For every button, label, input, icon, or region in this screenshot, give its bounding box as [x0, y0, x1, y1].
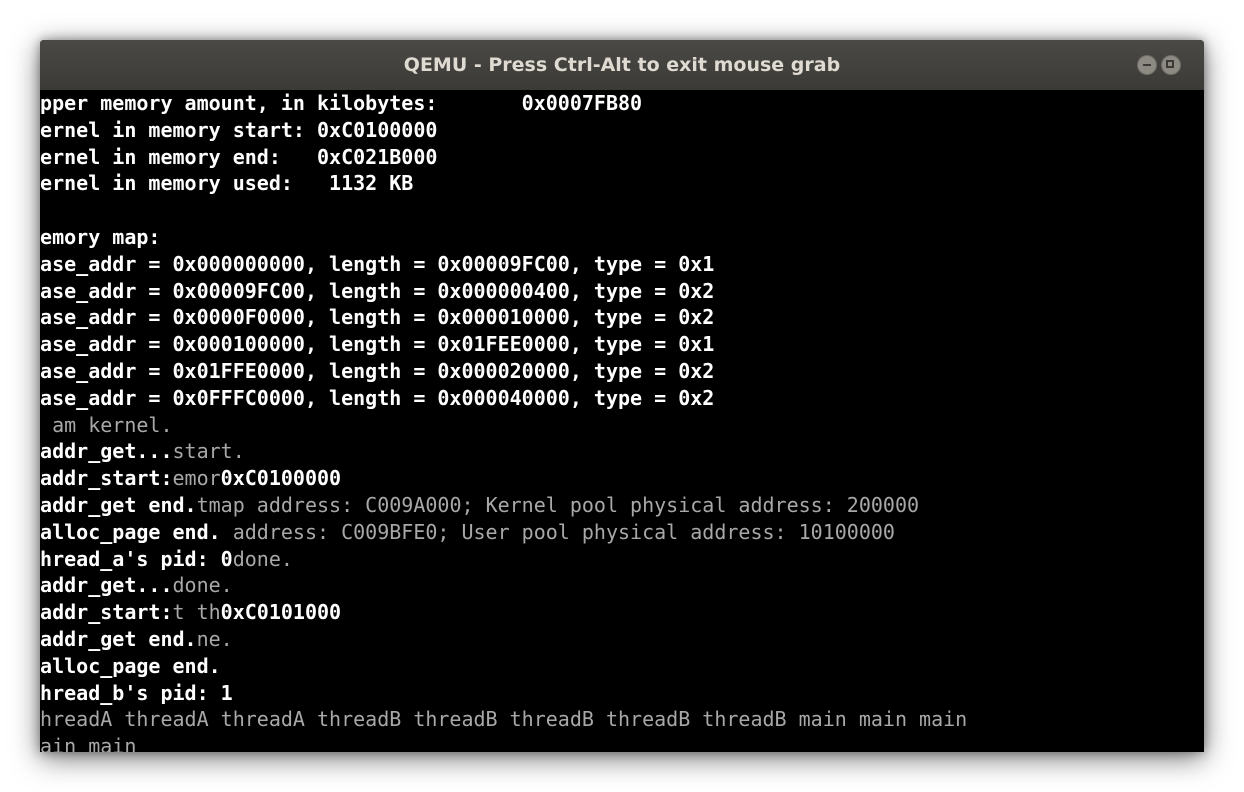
terminal-line: base_addr = 0x00009FC00, length = 0x0000… [40, 278, 967, 305]
terminal-text: thread_b's pid: 1 [40, 680, 233, 705]
terminal-text: base_addr = 0x000000000, length = 0x0000… [40, 251, 715, 276]
window-title: QEMU - Press Ctrl-Alt to exit mouse grab [403, 54, 841, 76]
terminal-line: vaddr_start:t th0xC0101000 [40, 599, 967, 626]
terminal-text: start. [172, 439, 245, 464]
terminal-line: Memory map: [40, 224, 967, 251]
terminal-text: tmap address: C009A000; Kernel pool phys… [196, 492, 920, 517]
terminal-line: vaddr_get...done. [40, 572, 967, 599]
terminal-text: base_addr = 0x000100000, length = 0x01FE… [40, 332, 715, 357]
terminal-line: thread_a's pid: 0done. [40, 546, 967, 573]
terminal-line: vaddr_start:emor0xC0100000 [40, 465, 967, 492]
terminal-line: base_addr = 0x0000F0000, length = 0x0000… [40, 304, 967, 331]
terminal-text: Memory map: [40, 224, 161, 249]
terminal-text: emor [172, 466, 221, 491]
terminal-line: vaddr_get end.tmap address: C009A000; Ke… [40, 492, 967, 519]
maximize-icon[interactable] [1161, 55, 1181, 75]
terminal-text: ne. [196, 626, 233, 651]
terminal-line: threadA threadA threadA threadB threadB … [40, 706, 967, 733]
terminal-output: upper memory amount, in kilobytes: 0x000… [40, 90, 967, 752]
terminal-line: malloc_page end. address: C009BFE0; User… [40, 519, 967, 546]
terminal-text: thread_a's pid: 0 [40, 546, 233, 571]
terminal-text: done. [172, 573, 233, 598]
terminal-line: kernel in memory end: 0xC021B000 [40, 144, 967, 171]
terminal-line: thread_b's pid: 1 [40, 680, 967, 707]
terminal-text: 0xC0100000 [220, 466, 342, 491]
terminal-text: upper memory amount, in kilobytes: 0x000… [40, 91, 643, 115]
title-bar[interactable]: QEMU - Press Ctrl-Alt to exit mouse grab [40, 40, 1204, 91]
terminal-text: malloc_page end. [40, 653, 221, 678]
terminal-line: vaddr_get end.ne. [40, 626, 967, 653]
terminal-text: base_addr = 0x0000F0000, length = 0x0000… [40, 305, 715, 330]
terminal-line: kernel in memory start: 0xC0100000 [40, 117, 967, 144]
terminal-text: base_addr = 0x00009FC00, length = 0x0000… [40, 278, 715, 303]
terminal-text: malloc_page end. [40, 519, 221, 544]
terminal-text: vaddr_start: [40, 600, 173, 625]
terminal-text: I am kernel. [40, 412, 173, 437]
terminal-text: 0xC0101000 [220, 600, 342, 625]
terminal-text: threadA threadA threadA threadB threadB … [40, 707, 968, 732]
terminal-text: main main [40, 734, 137, 752]
terminal-text: kernel in memory used: 1132 KB [40, 171, 414, 196]
terminal-text: kernel in memory start: 0xC0100000 [40, 117, 438, 142]
terminal-line: malloc_page end. [40, 653, 967, 680]
terminal-text: vaddr_get end. [40, 626, 197, 651]
terminal-text: done. [232, 546, 293, 571]
terminal-line: base_addr = 0x000100000, length = 0x01FE… [40, 331, 967, 358]
terminal-text: kernel in memory end: 0xC021B000 [40, 144, 438, 169]
terminal-text: vaddr_get... [40, 573, 173, 598]
terminal-text: address: C009BFE0; User pool physical ad… [220, 519, 895, 544]
terminal-text: vaddr_start: [40, 466, 173, 491]
terminal-line: I am kernel. [40, 412, 967, 439]
terminal-line: kernel in memory used: 1132 KB [40, 170, 967, 197]
terminal-line: main main [40, 733, 967, 752]
terminal-line: base_addr = 0x000000000, length = 0x0000… [40, 251, 967, 278]
vm-screen[interactable]: upper memory amount, in kilobytes: 0x000… [40, 90, 1204, 752]
terminal-text: vaddr_get end. [40, 492, 197, 517]
terminal-text: t th [172, 600, 221, 625]
terminal-text: vaddr_get... [40, 439, 173, 464]
terminal-line: base_addr = 0x01FFE0000, length = 0x0000… [40, 358, 967, 385]
minimize-icon[interactable] [1137, 55, 1157, 75]
terminal-text: base_addr = 0x01FFE0000, length = 0x0000… [40, 358, 715, 383]
terminal-text: base_addr = 0x0FFFC0000, length = 0x0000… [40, 385, 715, 410]
terminal-line: base_addr = 0x0FFFC0000, length = 0x0000… [40, 385, 967, 412]
terminal-line: vaddr_get...start. [40, 438, 967, 465]
qemu-window: QEMU - Press Ctrl-Alt to exit mouse grab… [40, 40, 1204, 752]
terminal-line: upper memory amount, in kilobytes: 0x000… [40, 90, 967, 117]
